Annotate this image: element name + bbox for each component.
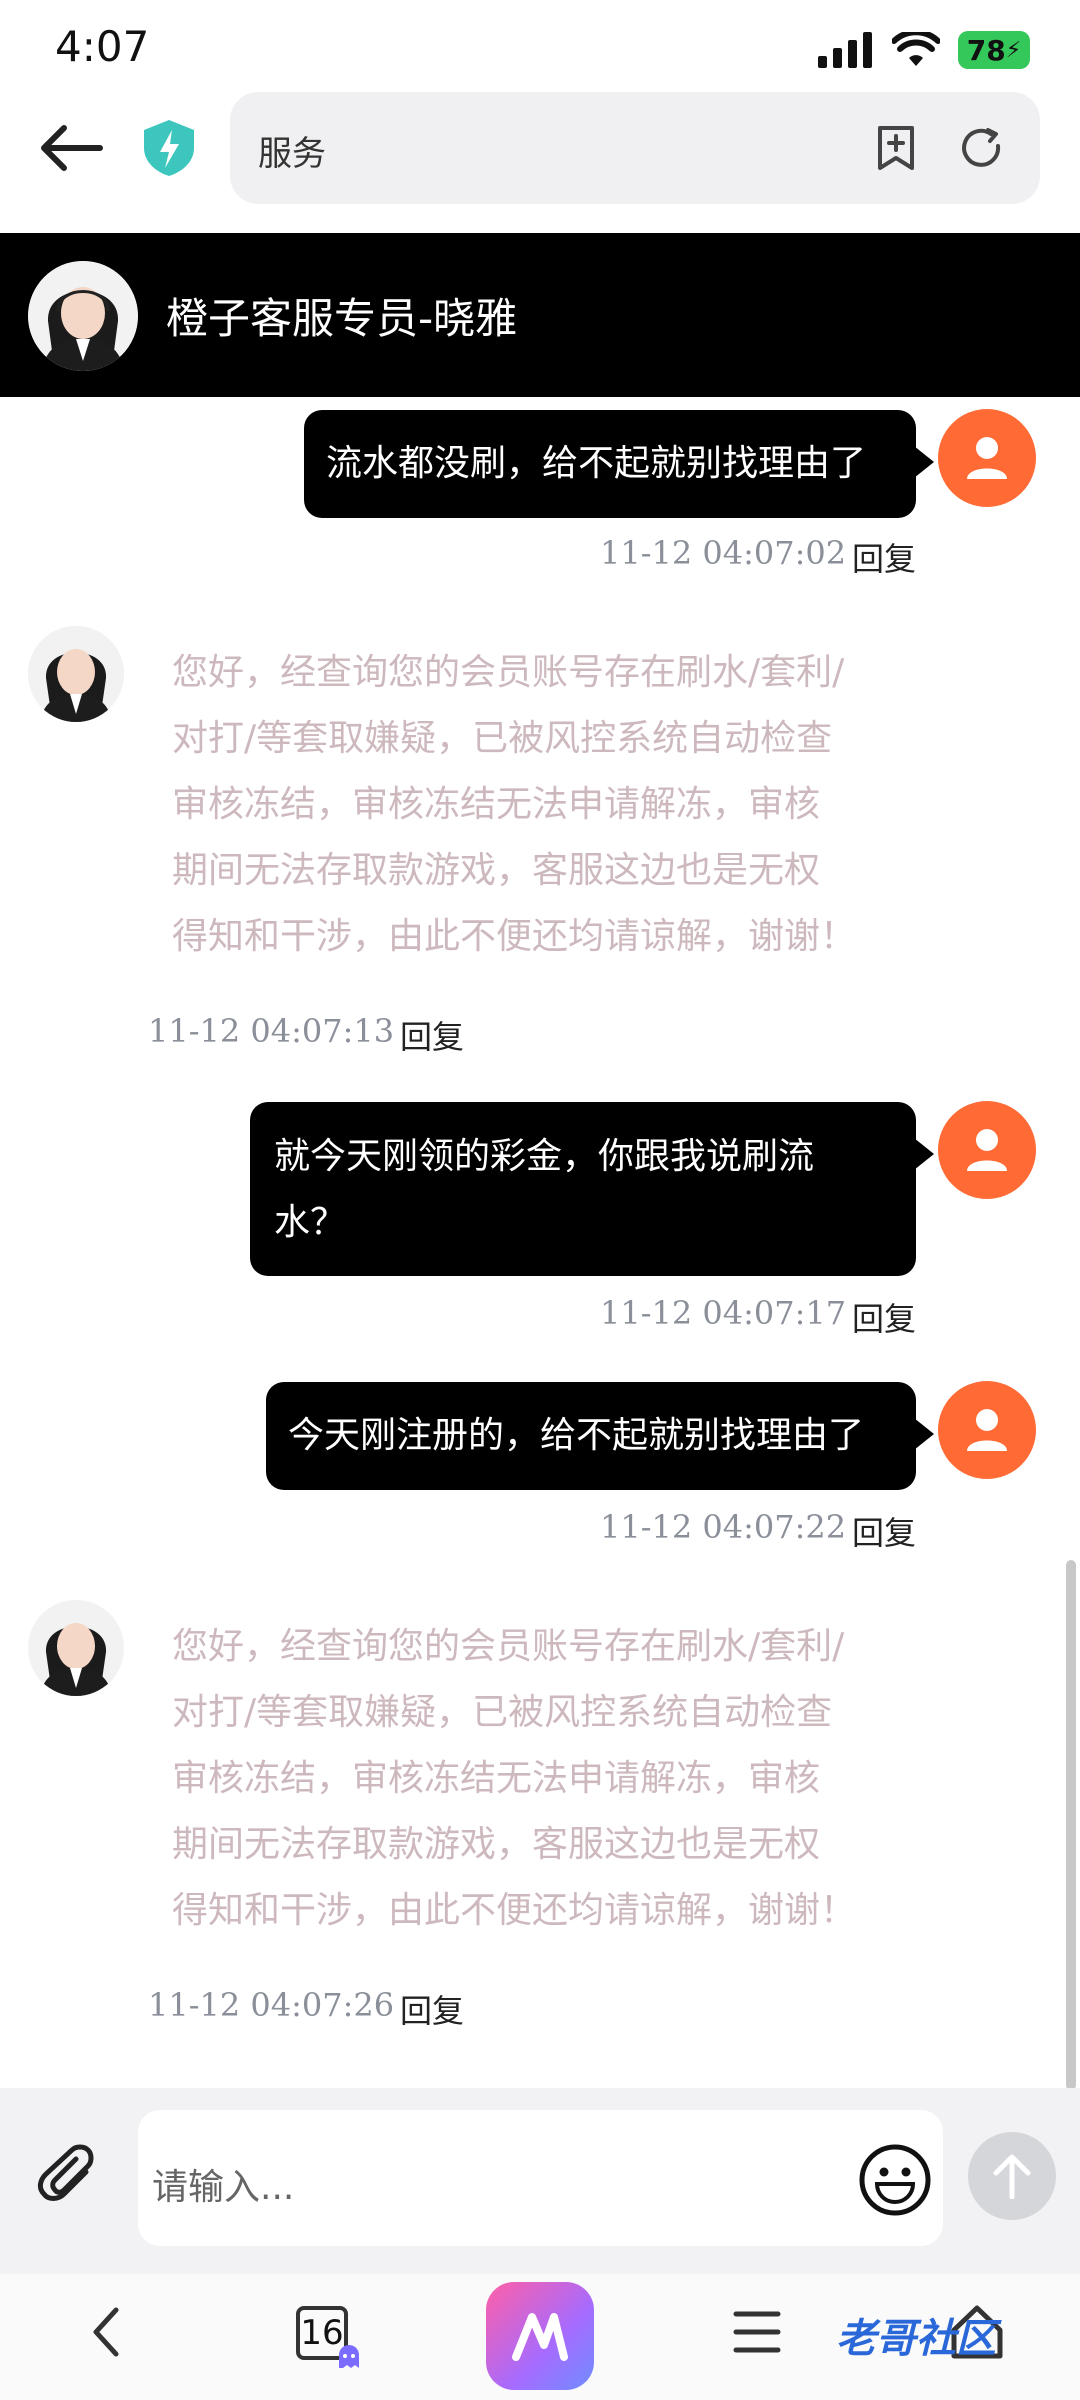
message-line: 对打/等套取嫌疑，已被风控系统自动检查 bbox=[172, 1692, 833, 1733]
agent-message: 您好，经查询您的会员账号存在刷水/套利/ 对打/等套取嫌疑，已被风控系统自动检查… bbox=[172, 1614, 892, 1944]
status-icons: 78 ⚡ bbox=[818, 28, 1030, 72]
message-line: 得知和干涉，由此不便还均请谅解，谢谢！ bbox=[172, 1890, 857, 1931]
input-placeholder: 请输入... bbox=[152, 2167, 295, 2208]
user-message: 今天刚注册的，给不起就别找理由了 bbox=[266, 1382, 934, 1490]
person-icon bbox=[967, 1409, 1007, 1451]
nav-back-icon[interactable] bbox=[86, 2302, 126, 2362]
paperclip-icon[interactable] bbox=[34, 2142, 104, 2212]
user-message: 就今天刚领的彩金，你跟我说刷流 水？ bbox=[250, 1102, 934, 1276]
user-message: 流水都没刷，给不起就别找理由了 bbox=[304, 410, 934, 518]
message-input[interactable]: 请输入... bbox=[138, 2110, 943, 2246]
message-line: 就今天刚领的彩金，你跟我说刷流 bbox=[274, 1136, 815, 1177]
arrow-up-icon bbox=[993, 2154, 1031, 2199]
message-line: 期间无法存取款游戏，客服这边也是无权 bbox=[172, 850, 821, 891]
send-button[interactable] bbox=[968, 2132, 1056, 2220]
user-avatar bbox=[938, 1101, 1036, 1199]
battery-indicator: 78 ⚡ bbox=[958, 31, 1030, 69]
scrollbar[interactable] bbox=[1066, 1560, 1076, 2090]
wifi-icon bbox=[892, 32, 940, 66]
reply-link[interactable]: 回复 bbox=[852, 1294, 916, 1340]
message-time: 11-12 04:07:13 bbox=[148, 1012, 395, 1050]
url-bar[interactable]: 服务 bbox=[230, 92, 1040, 204]
watermark: 老哥社区 bbox=[836, 2316, 996, 2362]
agent-message: 您好，经查询您的会员账号存在刷水/套利/ 对打/等套取嫌疑，已被风控系统自动检查… bbox=[172, 640, 892, 970]
message-line: 得知和干涉，由此不便还均请谅解，谢谢！ bbox=[172, 916, 857, 957]
chat-title: 橙子客服专员-晓雅 bbox=[166, 294, 518, 343]
person-icon bbox=[967, 437, 1007, 479]
agent-avatar bbox=[28, 626, 124, 722]
message-line: 期间无法存取款游戏，客服这边也是无权 bbox=[172, 1824, 821, 1865]
reply-link[interactable]: 回复 bbox=[852, 534, 916, 580]
message-time: 11-12 04:07:17 bbox=[600, 1294, 847, 1332]
status-time: 4:07 bbox=[55, 22, 150, 71]
chat-header: 橙子客服专员-晓雅 bbox=[0, 233, 1080, 397]
ai-logo-icon bbox=[512, 2313, 568, 2361]
message-time: 11-12 04:07:26 bbox=[148, 1986, 395, 2024]
reply-link[interactable]: 回复 bbox=[852, 1508, 916, 1554]
message-time: 11-12 04:07:02 bbox=[600, 534, 847, 572]
message-text: 今天刚注册的，给不起就别找理由了 bbox=[288, 1415, 865, 1456]
message-line: 您好，经查询您的会员账号存在刷水/套利/ bbox=[172, 652, 845, 693]
message-text: 流水都没刷，给不起就别找理由了 bbox=[326, 443, 867, 484]
user-avatar bbox=[938, 409, 1036, 507]
message-line: 对打/等套取嫌疑，已被风控系统自动检查 bbox=[172, 718, 833, 759]
back-arrow-icon[interactable] bbox=[36, 118, 106, 178]
agent-avatar bbox=[28, 261, 138, 371]
shield-icon[interactable] bbox=[140, 118, 198, 178]
message-time: 11-12 04:07:22 bbox=[600, 1508, 847, 1546]
browser-bottom-bar: 16 老哥社区 bbox=[0, 2274, 1080, 2400]
menu-icon[interactable] bbox=[732, 2302, 782, 2362]
message-line: 水？ bbox=[274, 1202, 347, 1243]
message-line: 审核冻结，审核冻结无法申请解冻，审核 bbox=[172, 1758, 821, 1799]
signal-icon bbox=[818, 32, 872, 68]
message-line: 您好，经查询您的会员账号存在刷水/套利/ bbox=[172, 1626, 845, 1667]
message-line: 审核冻结，审核冻结无法申请解冻，审核 bbox=[172, 784, 821, 825]
agent-avatar bbox=[28, 1600, 124, 1696]
reply-link[interactable]: 回复 bbox=[400, 1012, 464, 1058]
person-icon bbox=[967, 1129, 1007, 1171]
url-text: 服务 bbox=[258, 134, 326, 174]
reload-icon[interactable] bbox=[958, 124, 1006, 172]
reply-link[interactable]: 回复 bbox=[400, 1986, 464, 2032]
add-bookmark-icon[interactable] bbox=[872, 124, 920, 172]
ghost-badge-icon bbox=[339, 2345, 359, 2368]
input-area: 请输入... bbox=[0, 2088, 1080, 2274]
user-avatar bbox=[938, 1381, 1036, 1479]
emoji-icon[interactable] bbox=[857, 2142, 933, 2218]
ai-assistant-button[interactable] bbox=[486, 2282, 594, 2390]
